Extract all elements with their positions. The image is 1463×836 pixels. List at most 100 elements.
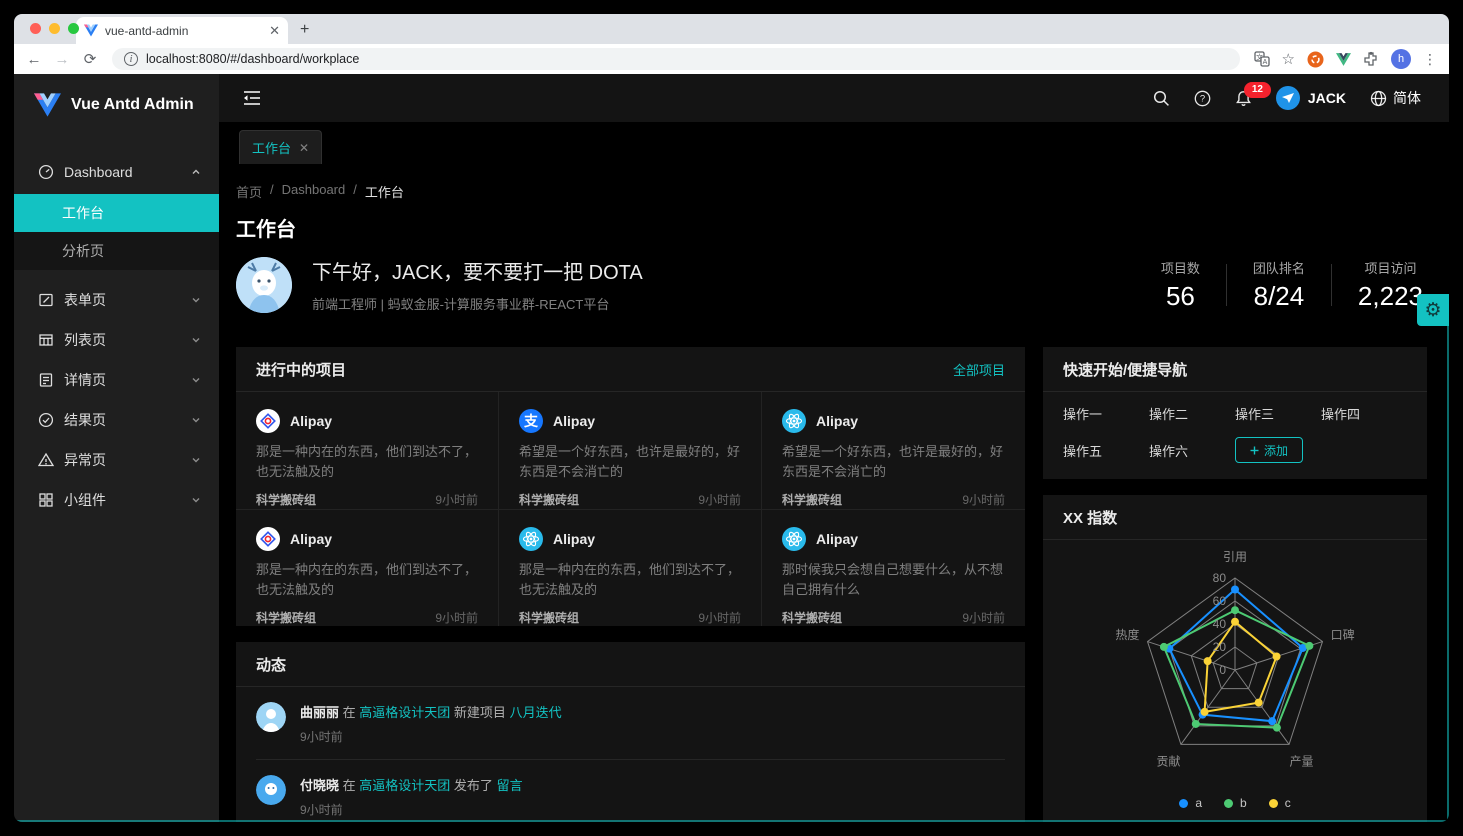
activity-target-link[interactable]: 留言 xyxy=(497,778,523,793)
activity-group-link[interactable]: 高逼格设计天团 xyxy=(359,778,450,793)
svg-text:80: 80 xyxy=(1213,571,1227,585)
vue-logo-icon xyxy=(34,93,61,117)
sidebar-item-detail[interactable]: 详情页 xyxy=(14,360,219,400)
activity-user[interactable]: 曲丽丽 xyxy=(300,705,339,720)
activity-item: 曲丽丽 在 高逼格设计天团 新建项目 八月迭代 9小时前 xyxy=(256,687,1005,760)
projects-card-title: 进行中的项目 xyxy=(256,359,346,380)
add-button[interactable]: 添加 xyxy=(1235,437,1303,463)
sidebar-item-form[interactable]: 表单页 xyxy=(14,280,219,320)
project-group[interactable]: 科学搬砖组 xyxy=(256,609,316,626)
back-button[interactable]: ← xyxy=(22,51,46,68)
svg-text:60: 60 xyxy=(1213,594,1227,608)
legend-item[interactable]: c xyxy=(1269,796,1291,810)
project-card[interactable]: Alipay 那时候我只会想自己想要什么，从不想自己拥有什么 科学搬砖组 9小时… xyxy=(762,509,1025,626)
caret-up-icon xyxy=(191,167,201,177)
sidebar-item-dashboard[interactable]: Dashboard xyxy=(14,150,219,194)
sidebar-item-exception[interactable]: 异常页 xyxy=(14,440,219,480)
breadcrumb-separator: / xyxy=(353,182,357,201)
all-projects-link[interactable]: 全部项目 xyxy=(953,360,1005,379)
tab-close-icon[interactable]: ✕ xyxy=(299,141,309,155)
quicknav-link[interactable]: 操作一 xyxy=(1063,404,1149,423)
target-logo-icon xyxy=(256,409,280,433)
address-bar[interactable]: i localhost:8080/#/dashboard/workplace xyxy=(112,48,1240,70)
sidebar-menu: Dashboard 工作台 分析页 xyxy=(14,136,219,822)
activity-user[interactable]: 付晓晓 xyxy=(300,778,339,793)
app-logo[interactable]: Vue Antd Admin xyxy=(14,74,219,136)
user-menu[interactable]: JACK xyxy=(1276,86,1346,110)
project-group[interactable]: 科学搬砖组 xyxy=(782,609,842,626)
bookmark-star-icon[interactable]: ☆ xyxy=(1282,50,1295,68)
sidebar-item-workplace[interactable]: 工作台 xyxy=(14,194,219,232)
extensions-puzzle-icon[interactable] xyxy=(1363,51,1379,67)
project-card[interactable]: Alipay 那是一种内在的东西，他们到达不了，也无法触及的 科学搬砖组 9小时… xyxy=(236,392,499,509)
browser-menu-icon[interactable]: ⋮ xyxy=(1423,51,1437,68)
translate-icon[interactable]: 文 A xyxy=(1254,51,1270,67)
project-card[interactable]: Alipay 那是一种内在的东西，他们到达不了，也无法触及的 科学搬砖组 9小时… xyxy=(236,509,499,626)
minimize-window-button[interactable] xyxy=(49,23,60,34)
project-desc: 那时候我只会想自己想要什么，从不想自己拥有什么 xyxy=(782,560,1005,600)
quicknav-link[interactable]: 操作四 xyxy=(1321,404,1407,423)
page-content: 首页 / Dashboard / 工作台 工作台 xyxy=(219,164,1449,822)
activity-text: 新建项目 xyxy=(454,705,506,720)
notifications-button[interactable]: 12 xyxy=(1235,90,1252,107)
sidebar-item-widgets[interactable]: 小组件 xyxy=(14,480,219,520)
project-name: Alipay xyxy=(553,413,595,429)
target-logo-icon xyxy=(256,527,280,551)
language-switcher[interactable]: 简体 xyxy=(1370,88,1421,108)
browser-toolbar: ← → ⟳ i localhost:8080/#/dashboard/workp… xyxy=(14,44,1449,74)
sidebar-item-label: 异常页 xyxy=(64,450,106,470)
browser-profile-avatar[interactable]: h xyxy=(1391,49,1411,69)
activity-card-title: 动态 xyxy=(256,654,286,675)
quicknav-link[interactable]: 操作二 xyxy=(1149,404,1235,423)
notification-badge: 12 xyxy=(1244,82,1271,98)
breadcrumb-home[interactable]: 首页 xyxy=(236,182,262,201)
breadcrumb-dashboard[interactable]: Dashboard xyxy=(282,182,346,201)
sidebar-item-analysis[interactable]: 分析页 xyxy=(14,232,219,270)
vue-devtools-icon[interactable] xyxy=(1336,53,1351,66)
project-group[interactable]: 科学搬砖组 xyxy=(519,609,579,626)
zoom-window-button[interactable] xyxy=(68,23,79,34)
user-deer-avatar xyxy=(236,257,292,313)
settings-button[interactable]: ⚙ xyxy=(1417,294,1449,326)
project-group[interactable]: 科学搬砖组 xyxy=(782,491,842,508)
browser-tab[interactable]: vue-antd-admin ✕ xyxy=(76,17,288,44)
quicknav-link[interactable]: 操作三 xyxy=(1235,404,1321,423)
page-info-icon[interactable]: i xyxy=(124,52,138,66)
project-card[interactable]: Alipay 希望是一个好东西，也许是最好的，好东西是不会消亡的 科学搬砖组 9… xyxy=(762,392,1025,509)
new-tab-button[interactable]: + xyxy=(300,21,309,39)
page-tab-workplace[interactable]: 工作台 ✕ xyxy=(239,130,322,164)
project-time: 9小时前 xyxy=(962,491,1005,508)
sidebar: Vue Antd Admin Dashboard 工作台 xyxy=(14,74,219,822)
sidebar-item-result[interactable]: 结果页 xyxy=(14,400,219,440)
reload-button[interactable]: ⟳ xyxy=(78,50,102,68)
forward-button[interactable]: → xyxy=(50,51,74,68)
project-card[interactable]: Alipay 那是一种内在的东西，他们到达不了，也无法触及的 科学搬砖组 9小时… xyxy=(499,509,762,626)
page-tabbar: 工作台 ✕ xyxy=(219,122,1449,164)
legend-item[interactable]: a xyxy=(1179,796,1202,810)
help-icon[interactable]: ? xyxy=(1194,90,1211,107)
close-window-button[interactable] xyxy=(30,23,41,34)
traffic-lights[interactable] xyxy=(30,23,79,34)
react-logo-icon xyxy=(782,527,806,551)
project-desc: 希望是一个好东西，也许是最好的，好东西是不会消亡的 xyxy=(782,442,1005,482)
activity-group-link[interactable]: 高逼格设计天团 xyxy=(359,705,450,720)
project-group[interactable]: 科学搬砖组 xyxy=(256,491,316,508)
activity-target-link[interactable]: 八月迭代 xyxy=(510,705,562,720)
sidebar-item-list[interactable]: 列表页 xyxy=(14,320,219,360)
app-title: Vue Antd Admin xyxy=(71,96,194,114)
quicknav-link[interactable]: 操作六 xyxy=(1149,441,1235,460)
extension-orange-icon[interactable] xyxy=(1307,51,1324,68)
legend-item[interactable]: b xyxy=(1224,796,1247,810)
project-card[interactable]: 支 Alipay 希望是一个好东西，也许是最好的，好东西是不会消亡的 科学搬砖组… xyxy=(499,392,762,509)
search-icon[interactable] xyxy=(1153,90,1170,107)
projects-card: 进行中的项目 全部项目 xyxy=(236,347,1025,626)
stat-value: 2,223 xyxy=(1358,281,1423,312)
gear-icon: ⚙ xyxy=(1424,299,1441,322)
tab-close-icon[interactable]: ✕ xyxy=(269,24,280,37)
quicknav-link[interactable]: 操作五 xyxy=(1063,441,1149,460)
window-bottom-edge xyxy=(14,820,1449,822)
stats-row: 项目数 56 团队排名 8/24 项目访问 2,223 xyxy=(1135,258,1427,312)
project-name: Alipay xyxy=(816,413,858,429)
project-group[interactable]: 科学搬砖组 xyxy=(519,491,579,508)
menu-fold-icon[interactable] xyxy=(243,90,261,106)
